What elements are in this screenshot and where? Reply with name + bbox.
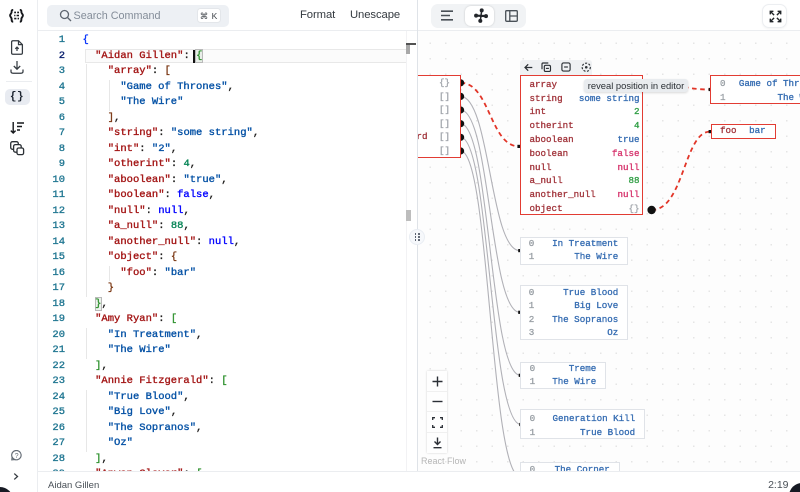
svg-text:?: ? xyxy=(14,453,18,460)
